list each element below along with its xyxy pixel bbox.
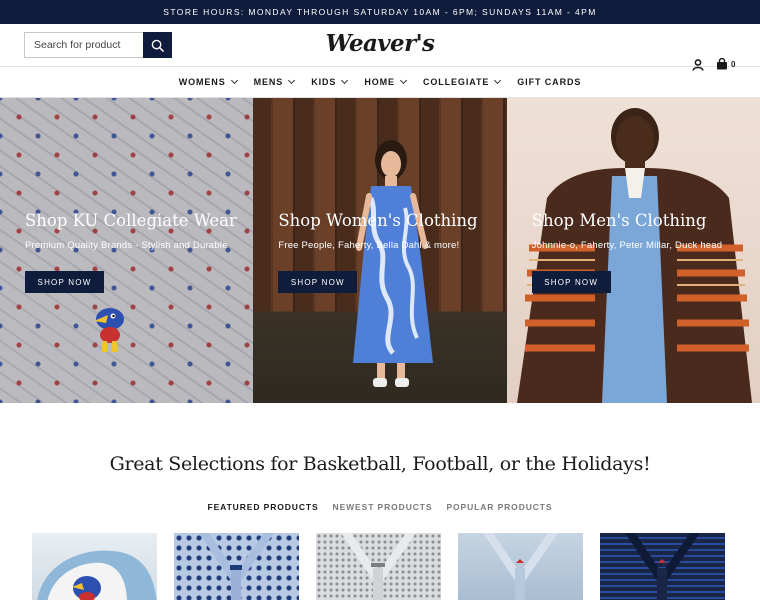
hero-panel-mens[interactable]: Shop Men's Clothing Johnnie-o, Faherty, … <box>506 98 760 403</box>
polo-collar-image <box>483 533 558 600</box>
hero-caption: Shop Women's Clothing Free People, Faher… <box>278 211 478 293</box>
cart-count: 0 <box>731 59 736 69</box>
polo-collar-image <box>625 533 700 600</box>
nav-item-collegiate[interactable]: COLLEGIATE <box>422 76 502 87</box>
cart-icon <box>717 58 727 70</box>
announcement-bar: STORE HOURS: MONDAY THROUGH SATURDAY 10A… <box>0 0 760 24</box>
nav-label: WOMENS <box>178 77 226 87</box>
product-card-cap[interactable] <box>32 533 157 600</box>
logo[interactable]: Weaver's <box>0 30 760 57</box>
hero-subtitle: Johnnie-o, Faherty, Peter Millar, Duck h… <box>531 240 723 251</box>
hero-title: Shop Men's Clothing <box>531 211 707 230</box>
shop-now-button[interactable]: SHOP NOW <box>531 271 611 293</box>
nav-label: HOME <box>364 77 395 87</box>
product-grid <box>32 533 760 600</box>
chevron-down-icon <box>288 76 296 85</box>
hero-subtitle: Premium Quality Brands - Stylish and Dur… <box>25 240 228 251</box>
tab-popular-products[interactable]: POPULAR PRODUCTS <box>446 502 552 512</box>
product-card-polo-pattern[interactable] <box>174 533 299 600</box>
nav-item-gift-cards[interactable]: GIFT CARDS <box>517 77 581 87</box>
nav-label: COLLEGIATE <box>422 77 490 87</box>
tab-newest-products[interactable]: NEWEST PRODUCTS <box>333 502 433 512</box>
shop-now-button[interactable]: SHOP NOW <box>278 271 358 293</box>
nav-item-womens[interactable]: WOMENS <box>178 76 238 87</box>
cap-product-image <box>37 550 157 600</box>
hero-title: Shop KU Collegiate Wear <box>25 211 237 230</box>
tab-featured-products[interactable]: FEATURED PRODUCTS <box>208 502 319 512</box>
nav-item-home[interactable]: HOME <box>364 76 407 87</box>
hero-subtitle: Free People, Faherty, Bella Dahl & more! <box>278 240 460 251</box>
selections-heading: Great Selections for Basketball, Footbal… <box>109 453 651 475</box>
jayhawk-mascot-image <box>94 308 124 352</box>
polo-collar-image <box>341 533 416 600</box>
hero-caption: Shop KU Collegiate Wear Premium Quality … <box>25 211 237 293</box>
chevron-down-icon <box>494 76 502 85</box>
nav-item-mens[interactable]: MENS <box>253 76 296 87</box>
main-nav: WOMENS MENS KIDS HOME COLLEGIATE GIFT CA… <box>0 66 760 98</box>
site-header: Search for product Weaver's 0 <box>0 24 760 71</box>
shop-now-button[interactable]: SHOP NOW <box>25 271 104 293</box>
product-card-polo-blue[interactable] <box>458 533 583 600</box>
hero-panel-womens[interactable]: Shop Women's Clothing Free People, Faher… <box>253 98 507 403</box>
product-card-polo-navy-stripe[interactable] <box>600 533 725 600</box>
account-icon[interactable] <box>692 58 704 76</box>
nav-label: GIFT CARDS <box>517 77 582 87</box>
hero-title: Shop Women's Clothing <box>278 211 478 230</box>
nav-label: KIDS <box>311 77 337 87</box>
hero-banner: Shop KU Collegiate Wear Premium Quality … <box>0 98 760 403</box>
store-hours-text: STORE HOURS: MONDAY THROUGH SATURDAY 10A… <box>163 7 597 17</box>
product-card-polo-grey[interactable] <box>316 533 441 600</box>
chevron-down-icon <box>399 76 407 85</box>
polo-collar-image <box>199 533 274 600</box>
nav-item-kids[interactable]: KIDS <box>311 76 349 87</box>
product-tabs: FEATURED PRODUCTS NEWEST PRODUCTS POPULA… <box>0 502 760 512</box>
nav-label: MENS <box>253 77 284 87</box>
hero-caption: Shop Men's Clothing Johnnie-o, Faherty, … <box>531 211 723 293</box>
hero-panel-collegiate[interactable]: Shop KU Collegiate Wear Premium Quality … <box>0 98 254 403</box>
chevron-down-icon <box>341 76 349 85</box>
cart-button[interactable]: 0 <box>716 58 735 70</box>
chevron-down-icon <box>230 76 238 85</box>
